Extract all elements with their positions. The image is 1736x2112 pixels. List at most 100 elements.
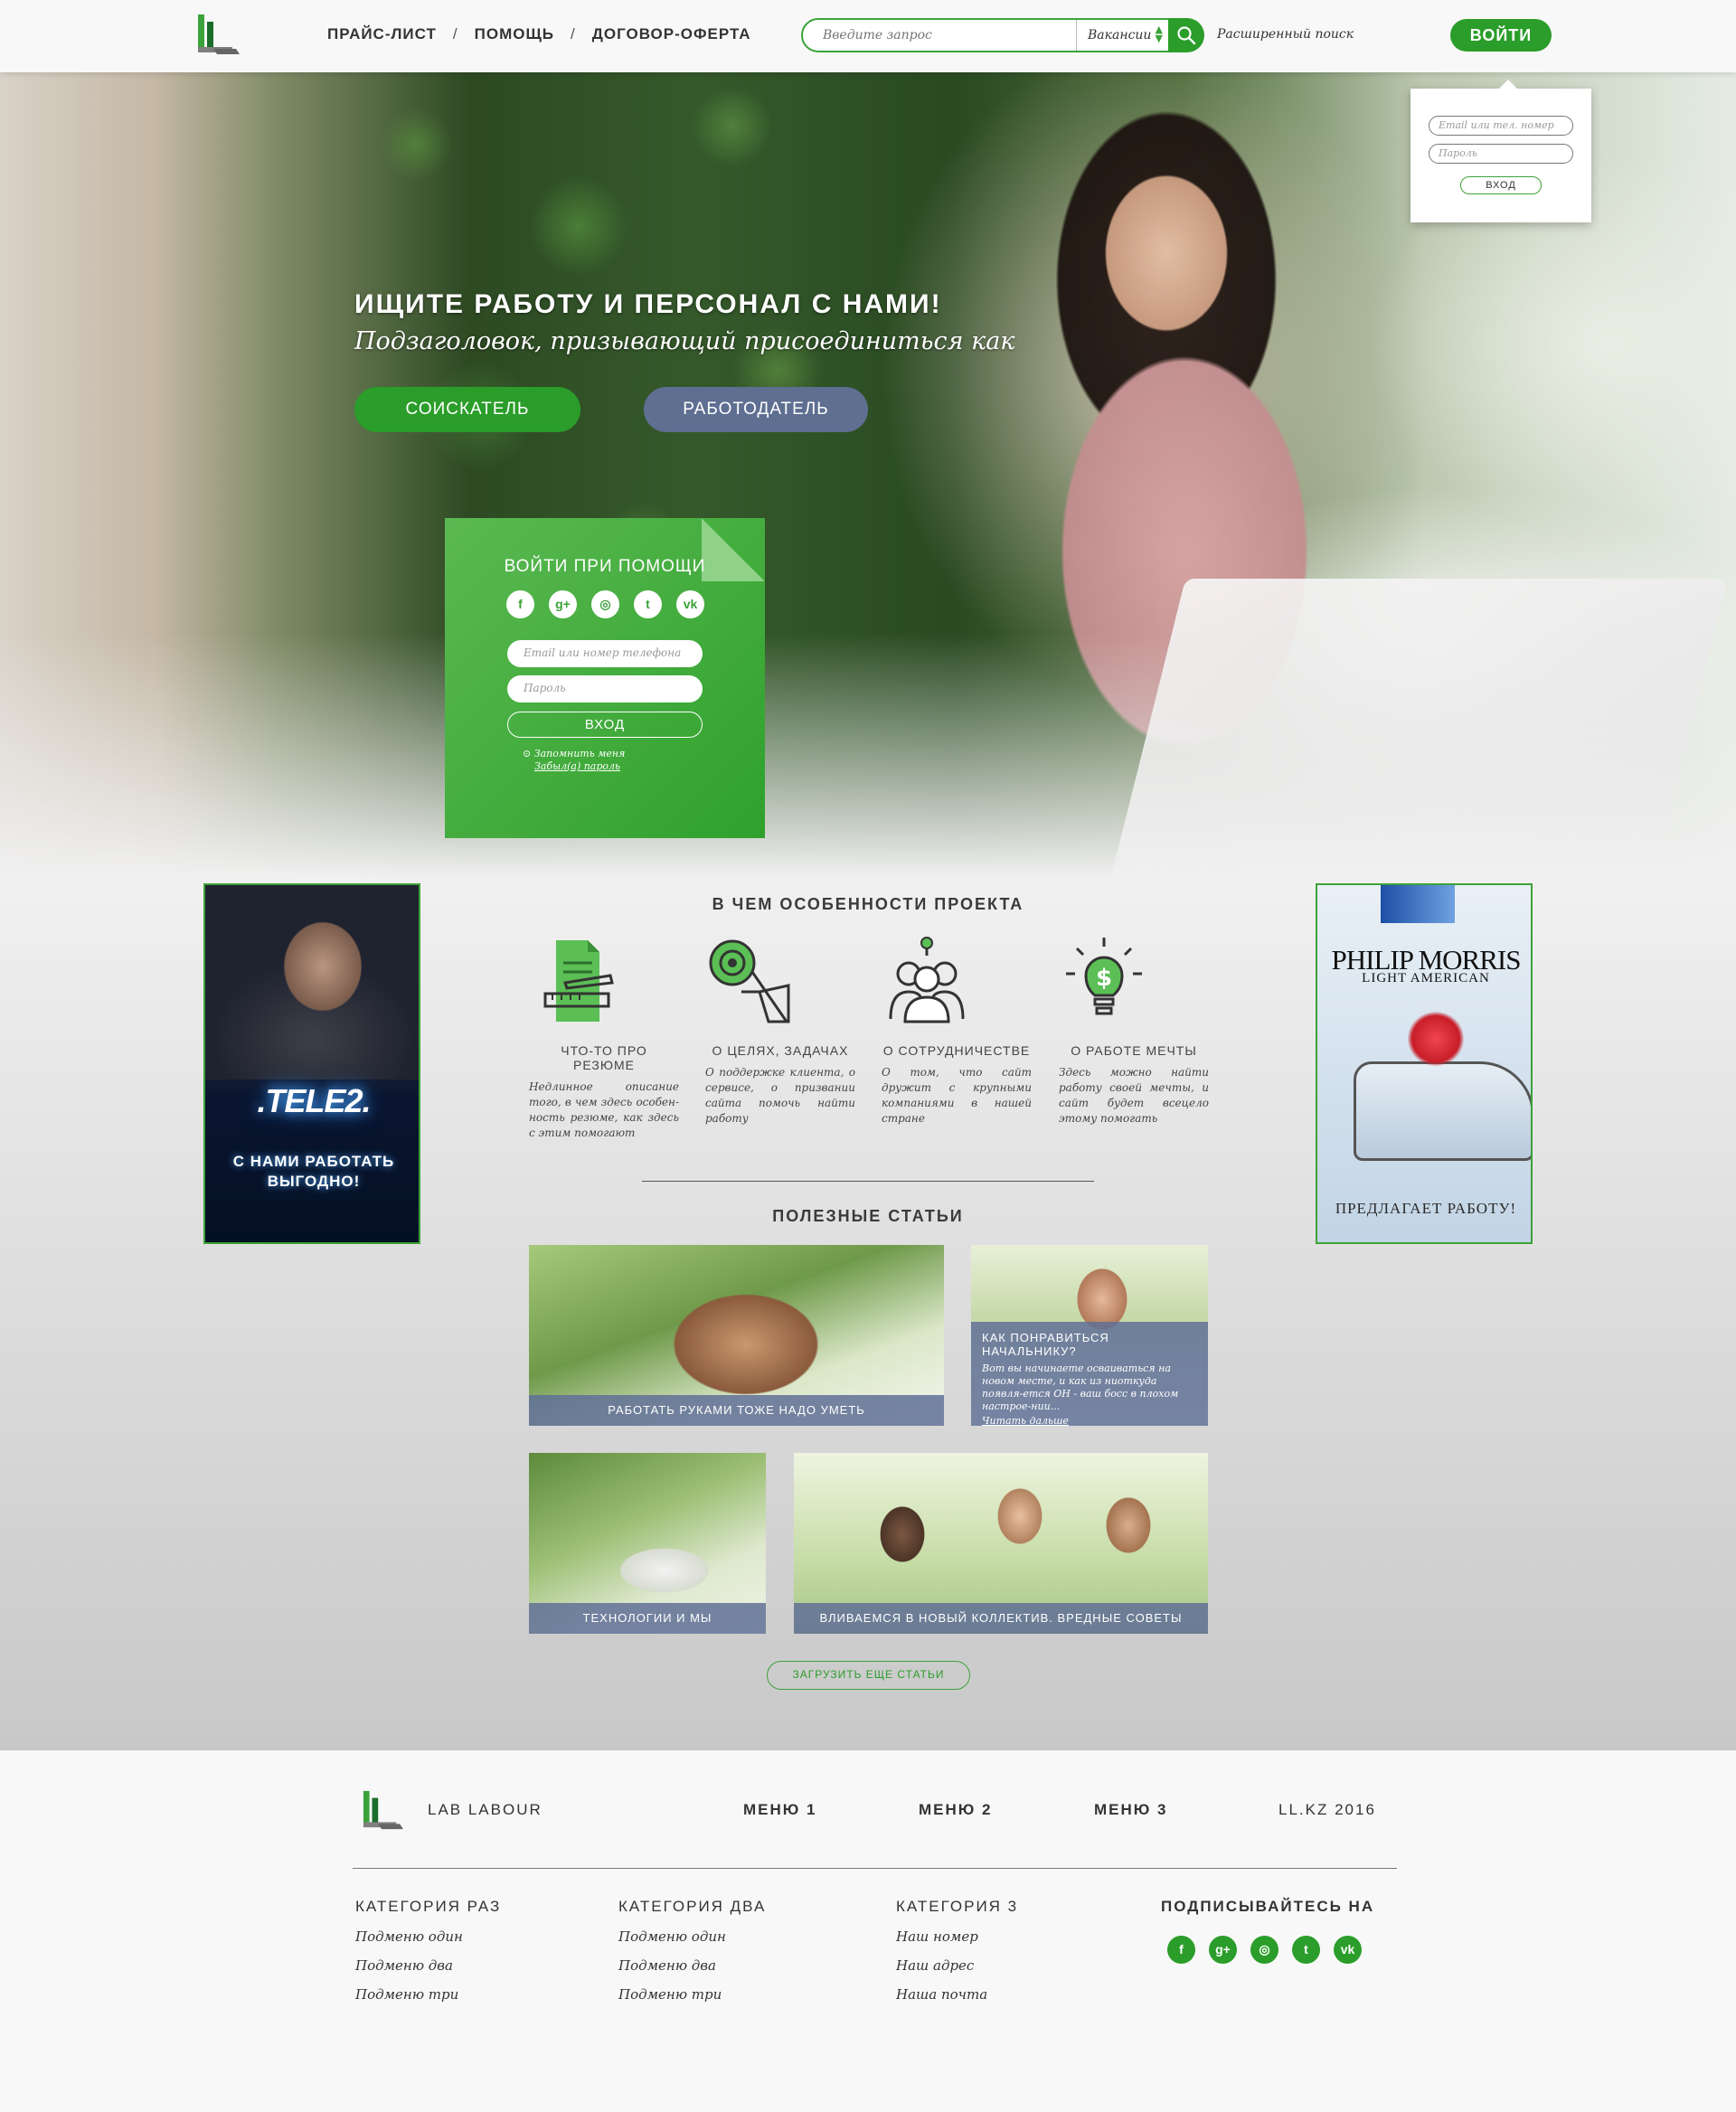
footer-subscribe: ПОДПИСЫВАЙТЕСЬ НА [1161, 1898, 1374, 1916]
search-category-select[interactable]: Вакансии ▲ ▼ [1076, 20, 1170, 51]
footer-link[interactable]: Наш адрес [896, 1957, 1018, 1974]
hero-subtitle: Подзаголовок, призывающий присоединиться… [354, 327, 1015, 355]
google-plus-icon[interactable]: g+ [549, 590, 577, 618]
nav-offer-contract[interactable]: ДОГОВОР-ОФЕРТА [592, 25, 751, 43]
load-more-articles-button[interactable]: ЗАГРУЗИТЬ ЕЩЕ СТАТЬИ [767, 1661, 970, 1690]
footer-link[interactable]: Подменю два [618, 1957, 766, 1974]
search-input[interactable] [803, 28, 1074, 42]
card-password-field[interactable]: Пароль [507, 675, 703, 702]
article-card[interactable]: КАК ПОНРАВИТЬСЯ НАЧАЛЬНИКУ? Вот вы начин… [971, 1245, 1208, 1426]
footer-logo-icon[interactable] [362, 1788, 403, 1832]
card-email-field[interactable]: Email или номер телефона [507, 640, 703, 667]
footer-column-title: КАТЕГОРИЯ 3 [896, 1898, 1019, 1915]
feature-item: $ О РАБОТЕ МЕЧТЫ Здесь можно найти работ… [1059, 936, 1209, 1127]
search-bar: Вакансии ▲▼ [801, 18, 1172, 52]
article-caption: ТЕХНОЛОГИИ И МЫ [529, 1603, 766, 1634]
footer-link[interactable]: Подменю один [355, 1928, 501, 1945]
footer-social-icons: f g+ ◎ t vk [1167, 1936, 1362, 1964]
feature-item: О ЦЕЛЯХ, ЗАДАЧАХ О поддержке клиента, о … [705, 936, 855, 1127]
login-popover: Email или тел. номер Пароль ВХОД [1410, 80, 1591, 222]
popover-submit-button[interactable]: ВХОД [1460, 176, 1542, 194]
nav-separator: / [452, 25, 458, 42]
forgot-password-link[interactable]: Забыл(а) пароль [534, 760, 620, 772]
banner-slogan-line: С НАМИ РАБОТАТЬ [232, 1153, 395, 1170]
popover-email-field[interactable]: Email или тел. номер [1429, 116, 1573, 136]
article-card[interactable]: ВЛИВАЕМСЯ В НОВЫЙ КОЛЛЕКТИВ. ВРЕДНЫЕ СОВ… [794, 1453, 1208, 1634]
footer-link[interactable]: Наш номер [896, 1928, 1018, 1945]
search-icon [1177, 26, 1196, 45]
footer-column-title: КАТЕГОРИЯ РАЗ [355, 1898, 502, 1915]
twitter-icon[interactable]: t [1292, 1936, 1320, 1964]
section-divider [642, 1181, 1094, 1182]
feature-title: О РАБОТЕ МЕЧТЫ [1071, 1043, 1197, 1058]
article-overlay: КАК ПОНРАВИТЬСЯ НАЧАЛЬНИКУ? Вот вы начин… [971, 1322, 1208, 1426]
updown-arrows-icon: ▲ ▼ [1155, 24, 1163, 44]
radio-icon[interactable]: ⊙ [523, 748, 531, 759]
social-login-title: ВОЙТИ ПРИ ПОМОЩИ [504, 557, 706, 576]
advanced-search-link[interactable]: Расширенный поиск [1217, 27, 1354, 42]
banner-subbrand: LIGHT AMERICAN [1362, 971, 1490, 985]
footer-link[interactable]: Подменю три [618, 1986, 766, 2003]
ad-banner-philip-morris[interactable]: PHILIP MORRIS LIGHT AMERICAN ПРЕДЛАГАЕТ … [1316, 883, 1533, 1244]
job-seeker-button[interactable]: СОИСКАТЕЛЬ [354, 387, 580, 432]
instagram-icon[interactable]: ◎ [1250, 1936, 1278, 1964]
article-caption: КАК ПОНРАВИТЬСЯ НАЧАЛЬНИКУ? [982, 1331, 1109, 1358]
twitter-icon[interactable]: t [634, 590, 662, 618]
footer-link[interactable]: Наша почта [896, 1986, 1018, 2003]
resume-icon [543, 940, 614, 1022]
employer-button[interactable]: РАБОТОДАТЕЛЬ [644, 387, 868, 432]
footer-divider [353, 1868, 1397, 1869]
footer-column: КАТЕГОРИЯ РАЗ Подменю один Подменю два П… [355, 1898, 501, 2003]
read-more-link[interactable]: Читать дальше [982, 1415, 1197, 1426]
footer-brand: LAB LABOUR [428, 1801, 542, 1818]
footer-column: КАТЕГОРИЯ ДВА Подменю один Подменю два П… [618, 1898, 766, 2003]
google-plus-icon[interactable]: g+ [1209, 1936, 1237, 1964]
article-card[interactable]: ТЕХНОЛОГИИ И МЫ [529, 1453, 766, 1634]
footer-column: КАТЕГОРИЯ 3 Наш номер Наш адрес Наша поч… [896, 1898, 1018, 2003]
footer-menu-2[interactable]: МЕНЮ 2 [919, 1801, 993, 1819]
footer-link[interactable]: Подменю три [355, 1986, 501, 2003]
target-icon [709, 939, 790, 1023]
banner-slogan-line: ВЫГОДНО! [267, 1173, 361, 1190]
ad-banner-tele2[interactable]: .TELE2. С НАМИ РАБОТАТЬ ВЫГОДНО! [203, 883, 420, 1244]
feature-item: ЧТО-ТО ПРО РЕЗЮМЕ Недлинное описание тог… [529, 936, 679, 1141]
subscribe-title: ПОДПИСЫВАЙТЕСЬ НА [1161, 1898, 1375, 1915]
banner-slogan: С НАМИ РАБОТАТЬ ВЫГОДНО! [205, 1152, 419, 1192]
banner-car-illustration [1354, 1061, 1531, 1161]
search-category-value: Вакансии [1088, 28, 1152, 42]
idea-money-icon: $ [1066, 938, 1142, 1015]
svg-text:$: $ [1096, 965, 1112, 992]
articles-title: ПОЛЕЗНЫЕ СТАТЬИ [772, 1207, 964, 1225]
nav-separator: / [571, 25, 576, 42]
features-title: В ЧЕМ ОСОБЕННОСТИ ПРОЕКТА [712, 895, 1024, 913]
facebook-icon[interactable]: f [1167, 1936, 1195, 1964]
remember-me-label[interactable]: Запомнить меня [534, 748, 626, 759]
footer-link[interactable]: Подменю два [355, 1957, 501, 1974]
feature-text: Недлинное описание того, в чем здесь осо… [529, 1080, 679, 1139]
nav-help[interactable]: ПОМОЩЬ [475, 25, 554, 43]
vk-icon[interactable]: vk [1334, 1936, 1362, 1964]
footer-menu-3[interactable]: МЕНЮ 3 [1094, 1801, 1168, 1819]
hero-title: ИЩИТЕ РАБОТУ И ПЕРСОНАЛ С НАМИ! [354, 289, 942, 319]
logo-icon[interactable] [196, 13, 240, 56]
vk-icon[interactable]: vk [676, 590, 704, 618]
card-submit-button[interactable]: ВХОД [507, 712, 703, 738]
hero-fade [0, 633, 1736, 886]
footer-menu-1[interactable]: МЕНЮ 1 [743, 1801, 817, 1819]
social-login-card: ВОЙТИ ПРИ ПОМОЩИ f g+ ◎ t vk Email или н… [445, 518, 765, 838]
article-card[interactable]: РАБОТАТЬ РУКАМИ ТОЖЕ НАДО УМЕТЬ [529, 1245, 944, 1426]
footer-copyright: LL.KZ 2016 [1278, 1801, 1376, 1818]
feature-title: О ЦЕЛЯХ, ЗАДАЧАХ [712, 1043, 849, 1058]
facebook-icon[interactable]: f [506, 590, 534, 618]
popover-password-field[interactable]: Пароль [1429, 144, 1573, 164]
search-button[interactable] [1168, 18, 1204, 52]
footer-column-title: КАТЕГОРИЯ ДВА [618, 1898, 767, 1915]
team-icon [889, 937, 965, 1023]
article-caption: РАБОТАТЬ РУКАМИ ТОЖЕ НАДО УМЕТЬ [529, 1395, 944, 1426]
social-login-icons: f g+ ◎ t vk [506, 590, 704, 618]
footer-link[interactable]: Подменю один [618, 1928, 766, 1945]
login-button[interactable]: ВОЙТИ [1450, 19, 1552, 52]
nav-price-list[interactable]: ПРАЙС-ЛИСТ [327, 25, 437, 43]
instagram-icon[interactable]: ◎ [591, 590, 619, 618]
feature-text: О поддержке клиента, о сервисе, о призва… [705, 1066, 855, 1125]
